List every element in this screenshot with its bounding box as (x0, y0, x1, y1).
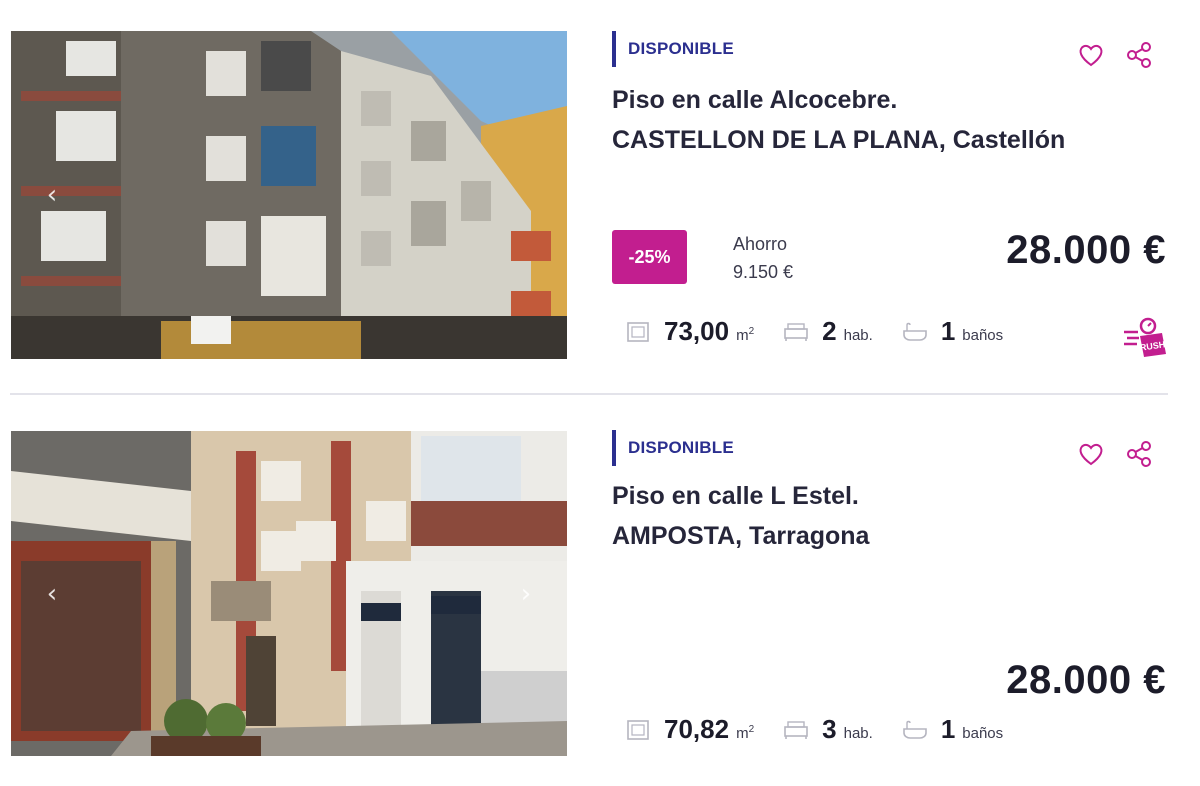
status-badge: DISPONIBLE (612, 31, 734, 67)
savings-info: Ahorro 9.150 € (733, 230, 793, 286)
title-location: AMPOSTA, Tarragona (612, 522, 870, 550)
status-badge: DISPONIBLE (612, 430, 734, 466)
area-value: 70,82 (664, 714, 730, 744)
feature-baths: 1 baños (901, 714, 1003, 745)
chevron-right-icon[interactable]: › (513, 581, 539, 607)
features-row: 70,82 m2 3 hab. 1 baños (624, 714, 1031, 745)
title-location: CASTELLON DE LA PLANA, Castellón (612, 126, 1066, 154)
bed-icon (784, 720, 808, 739)
rooms-unit: hab. (843, 327, 873, 344)
rooms-value: 3 (822, 714, 837, 744)
feature-baths: 1 baños (901, 316, 1003, 347)
price: 28.000 € (1006, 228, 1166, 272)
divider (10, 393, 1168, 395)
feature-area: 73,00 m2 (624, 316, 754, 347)
area-value: 73,00 (664, 316, 730, 346)
area-icon (627, 321, 649, 342)
chevron-left-icon[interactable]: ‹ (39, 182, 65, 208)
baths-value: 1 (940, 316, 956, 346)
title-address: Piso en calle L Estel. (612, 482, 859, 510)
bathtub-icon (903, 322, 927, 341)
area-unit: m2 (736, 724, 755, 742)
area-icon (627, 719, 649, 740)
chevron-left-icon[interactable]: ‹ (39, 581, 65, 607)
baths-unit: baños (962, 725, 1004, 742)
share-icon[interactable] (1124, 40, 1154, 70)
listing-card[interactable]: ‹ DISPONIBLE Piso en calle Alcocebre. CA… (0, 0, 1200, 393)
building-photo (11, 31, 567, 359)
rooms-value: 2 (822, 316, 837, 346)
baths-unit: baños (962, 327, 1004, 344)
rooms-unit: hab. (843, 725, 873, 742)
listing-photo[interactable]: ‹ › (11, 431, 567, 756)
feature-rooms: 2 hab. (782, 316, 873, 347)
baths-value: 1 (940, 714, 956, 744)
listing-card[interactable]: ‹ › DISPONIBLE Piso en calle L Estel. AM… (0, 396, 1200, 786)
area-unit: m2 (736, 326, 755, 344)
listing-title[interactable]: Piso en calle Alcocebre. CASTELLON DE LA… (612, 80, 1065, 160)
heart-icon[interactable] (1076, 439, 1106, 469)
share-icon[interactable] (1124, 439, 1154, 469)
price: 28.000 € (1006, 658, 1166, 702)
title-address: Piso en calle Alcocebre. (612, 86, 898, 114)
savings-value: 9.150 € (733, 262, 794, 282)
savings-label: Ahorro (733, 234, 788, 254)
bed-icon (784, 322, 808, 341)
card-actions (1076, 439, 1154, 469)
listing-title[interactable]: Piso en calle L Estel. AMPOSTA, Tarragon… (612, 476, 869, 556)
rush-badge-icon: RUSH (1124, 317, 1166, 357)
building-photo (11, 431, 567, 756)
discount-badge: -25% (612, 230, 687, 284)
heart-icon[interactable] (1076, 40, 1106, 70)
card-actions (1076, 40, 1154, 70)
feature-rooms: 3 hab. (782, 714, 873, 745)
features-row: 73,00 m2 2 hab. 1 baños (624, 316, 1031, 347)
bathtub-icon (903, 720, 927, 739)
listing-photo[interactable]: ‹ (11, 31, 567, 359)
feature-area: 70,82 m2 (624, 714, 754, 745)
